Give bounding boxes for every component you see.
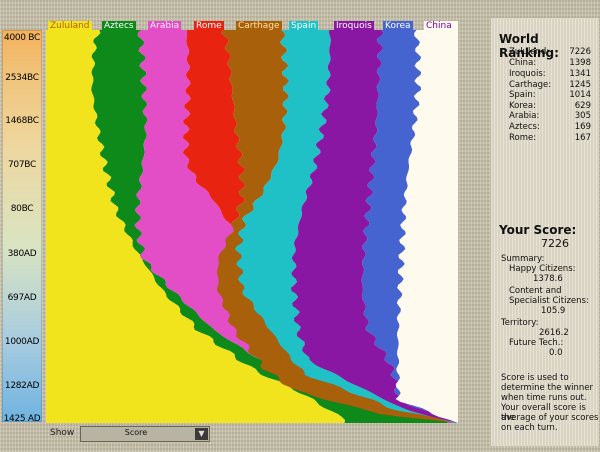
territory-label: Territory: <box>501 318 539 328</box>
time-label: 1282AD <box>4 381 40 391</box>
note-line: average of your scores <box>501 413 599 423</box>
show-select-value: Score <box>124 428 148 437</box>
happy-citizens-label: Happy Citizens: <box>509 264 576 274</box>
score-history-chart <box>46 30 458 423</box>
show-select[interactable]: Score ▼ <box>80 426 210 442</box>
time-axis: 4000 BC 2534BC 1468BC 707BC 80BC 380AD 6… <box>2 30 42 424</box>
time-label: 707BC <box>8 160 36 170</box>
happy-citizens-value: 1378.6 <box>533 274 563 284</box>
show-bar: Show Score ▼ <box>46 425 458 445</box>
show-label: Show <box>50 428 75 438</box>
time-label: 1425 AD <box>3 414 41 424</box>
time-label: 80BC <box>10 204 34 214</box>
time-label: 4000 BC <box>4 33 40 43</box>
time-label: 697AD <box>7 293 37 303</box>
note-line: when time runs out. <box>501 393 587 403</box>
score-panel: World Ranking: Zululand: 7226 China: 1398 … <box>490 18 599 446</box>
summary-label: Summary: <box>501 254 545 264</box>
your-score-title: Your Score: <box>499 223 577 237</box>
time-label: 2534BC <box>5 73 39 83</box>
time-label: 1468BC <box>5 116 39 126</box>
note-line: on each turn. <box>501 423 558 433</box>
territory-value: 2616.2 <box>539 328 569 338</box>
future-tech-value: 0.0 <box>549 348 563 358</box>
content-label-1: Content and <box>509 286 562 296</box>
time-label: 1000AD <box>4 337 40 347</box>
future-tech-label: Future Tech.: <box>509 338 564 348</box>
time-label: 380AD <box>7 249 37 259</box>
chevron-down-icon[interactable]: ▼ <box>195 428 208 440</box>
content-value: 105.9 <box>541 306 566 316</box>
note-line: Score is used to <box>501 373 569 383</box>
chart-canvas <box>46 30 458 423</box>
note-line: determine the winner <box>501 383 593 393</box>
your-score-value: 7226 <box>541 237 569 250</box>
content-label-2: Specialist Citizens: <box>509 296 589 306</box>
